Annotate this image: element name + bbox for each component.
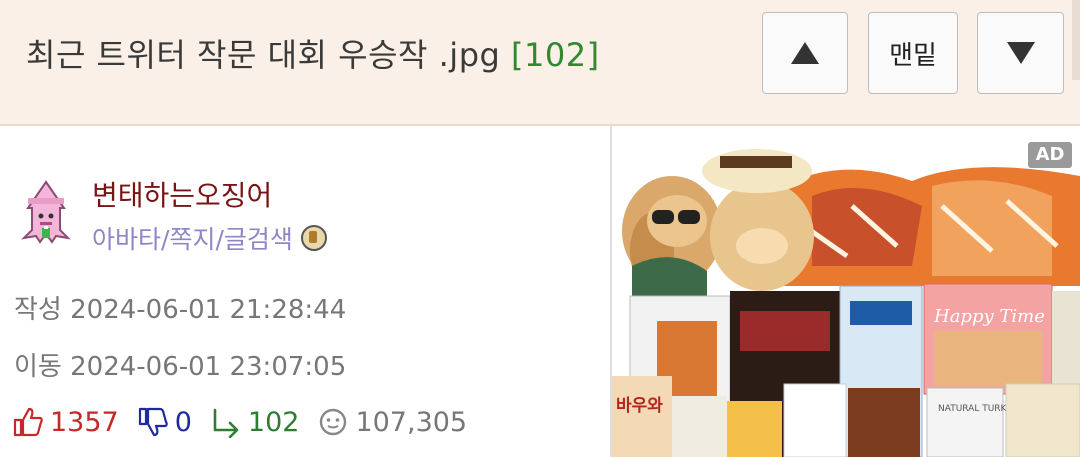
created-label: 작성 [14, 295, 62, 325]
moved-time: 이동 2024-06-01 23:07:05 [14, 346, 346, 383]
link-separator: / [215, 225, 224, 254]
avatar[interactable] [14, 178, 78, 244]
created-value: 2024-06-01 21:28:44 [70, 295, 347, 325]
post-title-text: 최근 트위터 작문 대회 우승작 .jpg [26, 36, 501, 74]
scroll-up-button[interactable] [762, 12, 848, 94]
upvote-count: 1357 [50, 406, 119, 438]
scrollbar[interactable] [1072, 0, 1080, 80]
medal-icon [300, 225, 327, 251]
ad-text-bowwow: 바우와 [616, 396, 663, 416]
post-title: 최근 트위터 작문 대회 우승작 .jpg [102] [26, 30, 600, 76]
ad-banner[interactable]: Happy Time 바우와 NATURAL TURKEY AD [612, 126, 1080, 457]
post-search-link[interactable]: 글검색 [224, 225, 293, 254]
author-links: 아바타/쪽지/글검색 [92, 220, 327, 256]
message-link[interactable]: 쪽지 [169, 225, 215, 254]
ad-badge: AD [1028, 142, 1072, 168]
arrow-up-icon [791, 42, 819, 64]
downvote-button[interactable]: 0 [137, 406, 192, 438]
reply-count: 102 [247, 406, 300, 438]
ad-text-happy-time: Happy Time [933, 306, 1045, 327]
downvote-count: 0 [174, 406, 192, 438]
moved-label: 이동 [14, 352, 62, 382]
scroll-down-button[interactable] [977, 12, 1064, 94]
post-stats: 1357 0 102 107,305 [12, 402, 485, 442]
reply-arrow-icon [213, 408, 239, 438]
moved-value: 2024-06-01 23:07:05 [70, 352, 347, 382]
views-icon [320, 408, 347, 436]
upvote-button[interactable]: 1357 [12, 406, 119, 438]
view-count: 107,305 [317, 406, 467, 438]
scroll-to-bottom-button[interactable]: 맨밑 [868, 12, 958, 94]
author-nickname[interactable]: 변태하는오징어 [92, 174, 272, 214]
created-time: 작성 2024-06-01 21:28:44 [14, 289, 346, 326]
thumbs-up-icon [13, 407, 43, 437]
ad-image[interactable]: Happy Time 바우와 NATURAL TURKEY [612, 126, 1080, 457]
arrow-down-icon [1006, 42, 1035, 64]
thumbs-down-icon [138, 407, 168, 437]
reply-count-button[interactable]: 102 [210, 406, 300, 438]
post-header: 최근 트위터 작문 대회 우승작 .jpg [102] 맨밑 [0, 0, 1080, 126]
view-count-value: 107,305 [355, 406, 468, 438]
avatar-link[interactable]: 아바타 [92, 225, 161, 254]
comment-count[interactable]: [102] [511, 36, 600, 74]
